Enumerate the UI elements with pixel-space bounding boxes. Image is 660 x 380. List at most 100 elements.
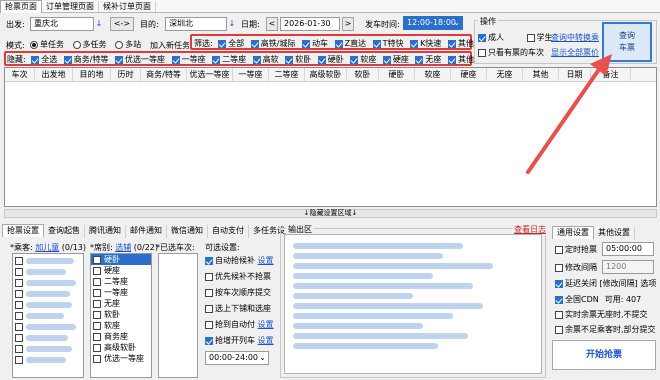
option-choose-berth-seat[interactable]: 选上下铺和选座 <box>205 303 277 319</box>
hide-high-soft[interactable]: 高软 <box>252 54 279 65</box>
modify-interval-checkbox[interactable]: 修改间隔 <box>555 262 597 273</box>
delay-close-checkbox[interactable]: 延迟关闭 [修改间隔] 选项 <box>555 278 656 289</box>
seat-item[interactable]: 软座 <box>91 320 151 331</box>
col-no-seat[interactable]: 无座 <box>487 68 523 81</box>
hide-second-class[interactable]: 二等座 <box>212 54 246 65</box>
seat-item-selected[interactable]: 硬卧 <box>91 254 151 265</box>
tab-waitlist-orders[interactable]: 候补订单页面 <box>99 1 156 14</box>
tab-auto-pay[interactable]: 自动支付 <box>208 225 249 238</box>
seat-type-list[interactable]: 硬卧 硬座 二等座 一等座 无座 软卧 软座 商务座 高级软卧 优选一等座 <box>90 253 152 378</box>
seat-item[interactable]: 二等座 <box>91 276 151 287</box>
passenger-item[interactable] <box>13 342 83 353</box>
auto-pay-settings-link[interactable]: 设置 <box>258 320 274 329</box>
col-destination[interactable]: 目的地 <box>73 68 111 81</box>
hide-no-seat[interactable]: 无座 <box>415 54 441 65</box>
option-extra-trains[interactable]: 抢增开列车 设置 <box>205 335 277 351</box>
col-soft-sleeper[interactable]: 软卧 <box>347 68 379 81</box>
seat-item[interactable]: 优选一等座 <box>91 353 151 364</box>
depart-time-select[interactable]: 12:00-18:00 ⌄ <box>403 16 463 30</box>
to-station-input[interactable]: 深圳北 <box>165 17 227 31</box>
partial-submit-checkbox[interactable]: 余票不足乘客时,部分提交 <box>555 324 656 335</box>
hide-first-class[interactable]: 一等座 <box>171 54 206 65</box>
selected-trains-list[interactable] <box>158 253 198 378</box>
output-log[interactable] <box>284 234 542 374</box>
col-duration[interactable]: 历时 <box>111 68 141 81</box>
national-cdn-checkbox[interactable]: 全国CDN 可用: 407 <box>555 294 641 305</box>
option-prefer-waitlist[interactable]: 优先候补不抢票 <box>205 271 277 287</box>
passenger-item[interactable] <box>13 265 83 276</box>
mode-multi-task[interactable]: 多任务 <box>72 39 107 50</box>
mode-single-task[interactable]: 单任务 <box>30 39 64 50</box>
tab-wechat-notify[interactable]: 微信通知 <box>167 225 208 238</box>
col-hard-seat[interactable]: 硬座 <box>451 68 487 81</box>
filter-high-speed[interactable]: 高铁/城际 <box>250 38 296 49</box>
transfer-query-link[interactable]: 查询中转换乘 <box>551 32 599 43</box>
tab-order-management[interactable]: 订单管理页面 <box>42 1 99 14</box>
seat-assist-link[interactable]: 选辅 <box>115 243 131 252</box>
seat-item[interactable]: 商务座 <box>91 331 151 342</box>
to-dropdown-arrow-icon[interactable]: ↓ <box>228 17 236 31</box>
tab-query-presale[interactable]: 查询起售 <box>44 225 85 238</box>
seat-item[interactable]: 软卧 <box>91 309 151 320</box>
tab-general-settings[interactable]: 通用设置 <box>552 226 594 239</box>
adult-checkbox[interactable]: 成人 <box>478 32 504 43</box>
student-checkbox[interactable]: 学生 <box>526 32 553 43</box>
passenger-item[interactable] <box>13 298 83 309</box>
col-high-soft-sleeper[interactable]: 高级软卧 <box>305 68 347 81</box>
interval-input[interactable]: 1200 <box>602 260 654 274</box>
filter-other[interactable]: 其他 <box>447 38 474 49</box>
from-station-input[interactable]: 重庆北 <box>30 17 94 31</box>
add-child-link[interactable]: 加儿童 <box>35 243 59 252</box>
hide-hard-seat[interactable]: 硬座 <box>382 54 409 65</box>
option-auto-pay[interactable]: 抢到自动付 设置 <box>205 319 277 335</box>
filter-z-direct[interactable]: Z直达 <box>334 38 366 49</box>
time-range-select[interactable]: 00:00-24:00 ⌄ <box>205 351 269 365</box>
seat-item[interactable]: 一等座 <box>91 287 151 298</box>
hide-soft-sleeper[interactable]: 软卧 <box>285 54 311 65</box>
filter-k-fast[interactable]: K快速 <box>410 38 441 49</box>
col-second-class[interactable]: 二等座 <box>269 68 305 81</box>
hide-select-all[interactable]: 全选 <box>31 54 57 65</box>
swap-stations-button[interactable]: <-> <box>110 17 134 31</box>
passenger-item[interactable] <box>13 254 83 265</box>
start-grab-button[interactable]: 开始抢票 <box>552 340 656 370</box>
tab-grab-settings[interactable]: 抢票设置 <box>2 224 44 237</box>
seat-item[interactable]: 高级软卧 <box>91 342 151 353</box>
tab-tencent-notify[interactable]: 腾讯通知 <box>85 225 126 238</box>
timed-grab-checkbox[interactable]: 定时抢票 <box>555 244 597 255</box>
passenger-item[interactable] <box>13 353 83 364</box>
col-departure[interactable]: 出发地 <box>35 68 73 81</box>
passenger-item[interactable] <box>13 309 83 320</box>
passenger-list[interactable] <box>12 253 84 378</box>
col-soft-seat[interactable]: 软座 <box>415 68 451 81</box>
next-day-button[interactable]: > <box>342 17 354 31</box>
col-first-class[interactable]: 一等座 <box>233 68 269 81</box>
filter-emu[interactable]: 动车 <box>302 38 328 49</box>
settings-splitter[interactable]: ↓隐藏设置区域↓ <box>4 209 657 218</box>
hide-soft-seat[interactable]: 软座 <box>350 54 376 65</box>
prev-day-button[interactable]: < <box>266 17 278 31</box>
seat-item[interactable]: 无座 <box>91 298 151 309</box>
tab-email-notify[interactable]: 邮件通知 <box>126 225 167 238</box>
auto-waitlist-settings-link[interactable]: 设置 <box>258 256 274 265</box>
seat-item[interactable]: 硬座 <box>91 265 151 276</box>
tab-grab-tickets[interactable]: 抢票页面 <box>0 0 42 13</box>
col-hard-sleeper[interactable]: 硬卧 <box>379 68 415 81</box>
add-new-task-link[interactable]: 加入新任务 <box>150 40 190 51</box>
hide-premium-first[interactable]: 优选一等座 <box>115 54 165 65</box>
passenger-item[interactable] <box>13 276 83 287</box>
col-train-no[interactable]: 车次 <box>5 68 35 81</box>
option-auto-waitlist[interactable]: 自动抢候补 设置 <box>205 255 277 271</box>
filter-all[interactable]: 全部 <box>218 38 244 49</box>
extra-trains-settings-link[interactable]: 设置 <box>258 336 274 345</box>
filter-t-express[interactable]: T特快 <box>372 38 404 49</box>
passenger-item[interactable] <box>13 331 83 342</box>
timed-grab-time-input[interactable]: 05:00:00 <box>602 242 654 256</box>
hide-other[interactable]: 其他 <box>447 54 474 65</box>
from-dropdown-arrow-icon[interactable]: ↓ <box>95 17 103 31</box>
option-submit-by-order[interactable]: 按车次顺序提交 <box>205 287 277 303</box>
hide-business[interactable]: 商务/特等 <box>63 54 109 65</box>
tab-other-settings[interactable]: 其他设置 <box>594 227 635 240</box>
mode-multi-station[interactable]: 多站 <box>115 39 141 50</box>
realtime-no-seat-checkbox[interactable]: 实时余票无座时,不提交 <box>555 309 648 320</box>
